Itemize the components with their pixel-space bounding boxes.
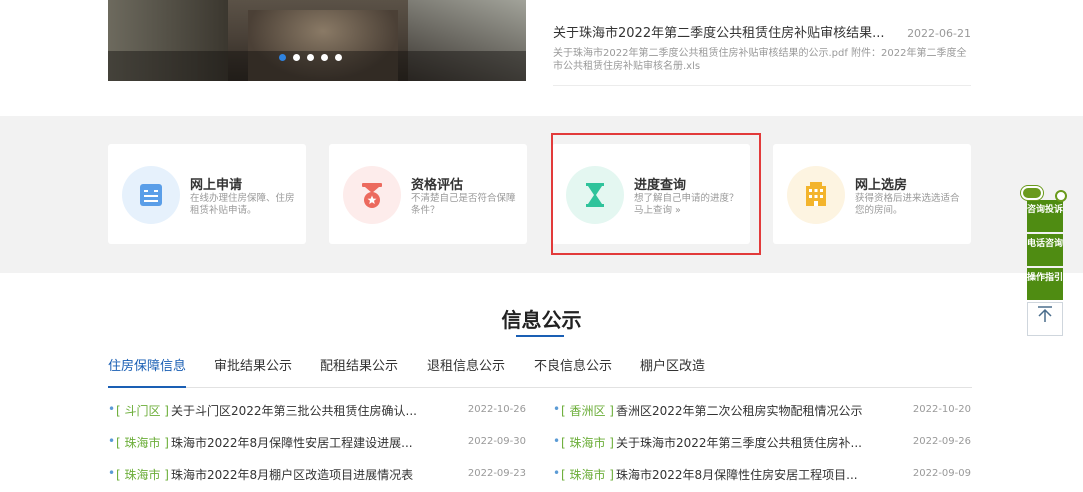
medal-icon [343,166,401,224]
carousel-dot[interactable] [321,54,328,61]
section-title-underline [516,335,564,337]
carousel-dot[interactable] [293,54,300,61]
news-item-title[interactable]: 珠海市2022年8月棚户区改造项目进展情况表 [171,466,460,483]
service-card-desc: 在线办理住房保障、住房租赁补贴申请。 [190,193,295,216]
tab-allocation-results[interactable]: 配租结果公示 [320,358,398,388]
news-item-date: 2022-09-09 [912,468,971,479]
news-item-date: 2022-09-30 [467,436,526,447]
consult-complaint-button[interactable]: 咨询投诉 [1027,200,1063,232]
news-item-date: 2022-10-26 [467,404,526,415]
news-list-right: • [ 香洲区 ] 香洲区2022年第二次公租房实物配租情况公示 2022-10… [553,402,971,492]
hourglass-icon [566,166,624,224]
news-item-title[interactable]: 香洲区2022年第二次公租房实物配租情况公示 [616,402,905,419]
list-item[interactable]: • [ 斗门区 ] 关于斗门区2022年第三批公共租赁住房确认... 2022-… [108,402,526,434]
news-item-date: 2022-09-26 [912,436,971,447]
list-item[interactable]: • [ 珠海市 ] 关于珠海市2022年第三季度公共租赁住房补... 2022-… [553,434,971,466]
featured-news[interactable]: 关于珠海市2022年第二季度公共租赁住房补贴审核结果... 2022-06-21… [553,22,971,73]
carousel-dot[interactable] [335,54,342,61]
chat-bubble-small-icon [1055,190,1067,202]
top-section: 关于珠海市2022年第二季度公共租赁住房补贴审核结果... 2022-06-21… [0,0,1083,116]
bullet-icon: • [108,434,116,448]
list-item[interactable]: • [ 珠海市 ] 珠海市2022年8月保障性住房安居工程项目... 2022-… [553,466,971,492]
carousel-dots [279,54,342,61]
section-title: 信息公示 [501,308,582,332]
region-tag[interactable]: [ 香洲区 ] [561,402,614,419]
bullet-icon: • [553,466,561,480]
service-card-title: 资格评估 [411,178,464,193]
news-item-title[interactable]: 关于珠海市2022年第三季度公共租赁住房补... [616,434,905,451]
list-item[interactable]: • [ 珠海市 ] 珠海市2022年8月棚户区改造项目进展情况表 2022-09… [108,466,526,492]
service-card-progress-query[interactable]: 进度查询 想了解自己申请的进度？马上查询 » [552,144,750,244]
service-card-desc: 获得资格后进来选选适合您的房间。 [855,193,960,216]
service-band: 网上申请 在线办理住房保障、住房租赁补贴申请。 资格评估 不清楚自己是否符合保障… [0,116,1083,273]
service-card-title: 进度查询 [634,178,687,193]
service-card-eligibility[interactable]: 资格评估 不清楚自己是否符合保障条件？ [329,144,527,244]
divider [553,85,971,86]
building-icon [787,166,845,224]
news-item-date: 2022-09-23 [467,468,526,479]
news-item-title[interactable]: 珠海市2022年8月保障性住房安居工程项目... [616,466,905,483]
service-card-title: 网上申请 [190,178,243,193]
carousel-dot[interactable] [279,54,286,61]
service-card-title: 网上选房 [855,178,908,193]
bullet-icon: • [108,402,116,416]
region-tag[interactable]: [ 斗门区 ] [116,402,169,419]
carousel-dot[interactable] [307,54,314,61]
back-to-top-button[interactable] [1027,302,1063,336]
tab-shantytown-renovation[interactable]: 棚户区改造 [640,358,705,388]
featured-news-desc: 关于珠海市2022年第二季度公共租赁住房补贴审核结果的公示.pdf 附件：202… [553,48,967,72]
service-card-desc: 想了解自己申请的进度？马上查询 » [634,193,739,216]
phone-consult-button[interactable]: 电话咨询 [1027,234,1063,266]
region-tag[interactable]: [ 珠海市 ] [116,466,169,483]
region-tag[interactable]: [ 珠海市 ] [116,434,169,451]
info-tabs: 住房保障信息 审批结果公示 配租结果公示 退租信息公示 不良信息公示 棚户区改造 [108,358,972,388]
service-card-desc: 不清楚自己是否符合保障条件？ [411,193,516,216]
tab-housing-security-info[interactable]: 住房保障信息 [108,358,187,388]
region-tag[interactable]: [ 珠海市 ] [561,466,614,483]
arrow-up-icon [1036,306,1054,328]
operation-guide-button[interactable]: 操作指引 [1027,268,1063,300]
service-card-online-apply[interactable]: 网上申请 在线办理住房保障、住房租赁补贴申请。 [108,144,306,244]
tab-bad-record[interactable]: 不良信息公示 [534,358,612,388]
news-item-title[interactable]: 关于斗门区2022年第三批公共租赁住房确认... [171,402,460,419]
featured-news-title[interactable]: 关于珠海市2022年第二季度公共租赁住房补贴审核结果... [553,22,884,41]
news-list-left: • [ 斗门区 ] 关于斗门区2022年第三批公共租赁住房确认... 2022-… [108,402,526,492]
bullet-icon: • [553,402,561,416]
list-item[interactable]: • [ 香洲区 ] 香洲区2022年第二次公租房实物配租情况公示 2022-10… [553,402,971,434]
bullet-icon: • [553,434,561,448]
floating-service-bar: 咨询投诉 电话咨询 操作指引 [1021,186,1067,336]
tab-lease-termination[interactable]: 退租信息公示 [427,358,505,388]
news-item-date: 2022-10-20 [912,404,971,415]
chat-bubble-icon [1021,186,1043,200]
featured-news-date: 2022-06-21 [907,27,971,40]
news-item-title[interactable]: 珠海市2022年8月保障性安居工程建设进展... [171,434,460,451]
bullet-icon: • [108,466,116,480]
banner-carousel[interactable] [108,0,526,81]
form-icon [122,166,180,224]
tab-approval-results[interactable]: 审批结果公示 [214,358,292,388]
service-card-online-room-select[interactable]: 网上选房 获得资格后进来选选适合您的房间。 [773,144,971,244]
region-tag[interactable]: [ 珠海市 ] [561,434,614,451]
list-item[interactable]: • [ 珠海市 ] 珠海市2022年8月保障性安居工程建设进展... 2022-… [108,434,526,466]
